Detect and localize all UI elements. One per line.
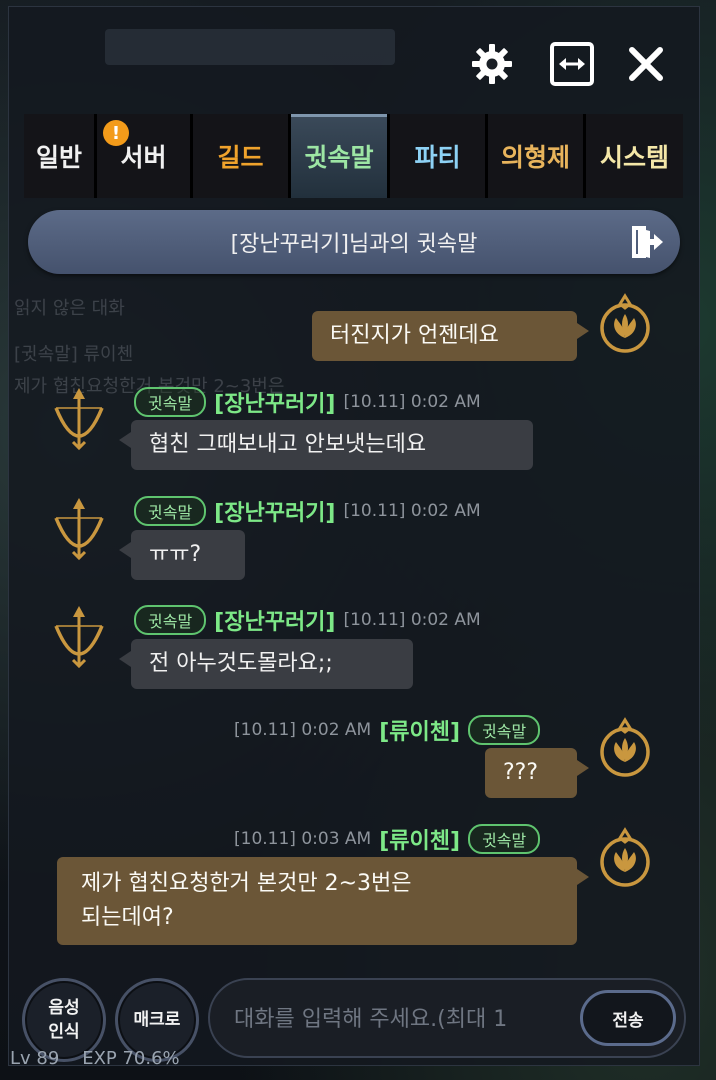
expand-horizontal-icon xyxy=(550,42,594,86)
sender-name[interactable]: [장난꾸러기] xyxy=(214,604,335,636)
alert-badge: ! xyxy=(103,120,129,146)
tab-whisper[interactable]: 귓속말 xyxy=(291,114,387,198)
sender-name[interactable]: [류이첸] xyxy=(379,823,460,855)
chat-bubble-incoming: 협친 그때보내고 안보냇는데요 xyxy=(119,420,533,470)
message-line: 제가 협친요청한거 본것만 2~3번은 xyxy=(81,871,412,896)
voice-label-line1: 음성 xyxy=(48,998,80,1018)
whisper-tag: 귓속말 xyxy=(134,387,207,417)
tab-label: 의형제 xyxy=(500,143,570,172)
message-meta: [10.11] 0:03 AM [류이첸] 귓속말 xyxy=(234,823,541,855)
send-button[interactable]: 전송 xyxy=(580,990,676,1046)
sender-name[interactable]: [장난꾸러기] xyxy=(214,386,335,418)
message-line: 되는데여? xyxy=(81,905,174,930)
message-meta: 귓속말 [장난꾸러기] [10.11] 0:02 AM xyxy=(134,604,481,636)
whisper-tag: 귓속말 xyxy=(134,496,207,526)
whisper-target-bar: [장난꾸러기]님과의 귓속말 xyxy=(28,210,680,274)
resize-button[interactable] xyxy=(548,40,596,88)
chat-bubble-outgoing: ??? xyxy=(485,748,589,798)
settings-button[interactable] xyxy=(468,40,516,88)
ghost-whisper: [귓속말] 류이첸 xyxy=(14,344,134,365)
exp-text: EXP 70.6% xyxy=(82,1048,180,1069)
chat-input-field: 전송 xyxy=(208,978,686,1058)
tab-system[interactable]: 시스템 xyxy=(586,114,683,198)
chat-bubble-incoming: 전 아누것도몰라요;; xyxy=(119,639,413,689)
tab-brotherhood[interactable]: 의형제 xyxy=(488,114,583,198)
bow-arrow-icon xyxy=(54,606,104,669)
lotus-emblem-icon xyxy=(600,717,650,777)
sender-name[interactable]: [장난꾸러기] xyxy=(214,495,335,527)
tab-server[interactable]: ! 서버 xyxy=(97,114,190,198)
tab-label: 서버 xyxy=(120,143,167,172)
leave-whisper-button[interactable] xyxy=(628,222,664,268)
close-button[interactable] xyxy=(622,40,670,88)
message-meta: 귓속말 [장난꾸러기] [10.11] 0:02 AM xyxy=(134,386,481,418)
macro-label: 매크로 xyxy=(133,1010,181,1030)
message-meta: 귓속말 [장난꾸러기] [10.11] 0:02 AM xyxy=(134,495,481,527)
header-overlay xyxy=(105,29,395,65)
tab-label: 귓속말 xyxy=(304,143,374,172)
whisper-tag: 귓속말 xyxy=(468,824,541,854)
tab-party[interactable]: 파티 xyxy=(390,114,485,198)
tab-label: 일반 xyxy=(35,143,82,172)
ghost-unread: 읽지 않은 대화 xyxy=(14,298,125,319)
timestamp: [10.11] 0:02 AM xyxy=(343,392,481,412)
timestamp: [10.11] 0:03 AM xyxy=(234,829,372,849)
tab-guild[interactable]: 길드 xyxy=(193,114,288,198)
chat-bubble-outgoing: 터진지가 언젠데요 xyxy=(312,311,589,361)
timestamp: [10.11] 0:02 AM xyxy=(234,720,372,740)
lotus-emblem-icon xyxy=(600,293,650,353)
bow-arrow-icon xyxy=(54,498,104,561)
chat-input[interactable] xyxy=(232,998,576,1040)
sender-name[interactable]: [류이첸] xyxy=(379,714,460,746)
tab-label: 파티 xyxy=(414,143,461,172)
whisper-title: [장난꾸러기]님과의 귓속말 xyxy=(230,232,478,257)
voice-button-label: 음성 인식 xyxy=(48,996,79,1044)
gear-icon xyxy=(472,44,512,84)
bow-arrow-icon xyxy=(54,388,104,451)
tab-label: 길드 xyxy=(217,143,264,172)
message-meta: [10.11] 0:02 AM [류이첸] 귓속말 xyxy=(234,714,541,746)
whisper-tag: 귓속말 xyxy=(134,605,207,635)
chat-tabs: 일반 ! 서버 길드 귓속말 파티 의형제 시스템 xyxy=(24,114,683,198)
close-icon xyxy=(629,47,663,81)
level-text: Lv 89 xyxy=(10,1048,60,1069)
exit-door-icon xyxy=(632,226,663,258)
player-status: Lv 89 EXP 70.6% xyxy=(10,1048,180,1069)
whisper-tag: 귓속말 xyxy=(468,715,541,745)
chat-bubble-incoming: ㅠㅠ? xyxy=(119,530,245,580)
timestamp: [10.11] 0:02 AM xyxy=(343,501,481,521)
tab-label: 시스템 xyxy=(599,143,669,172)
lotus-emblem-icon xyxy=(600,827,650,887)
tab-general[interactable]: 일반 xyxy=(24,114,94,198)
timestamp: [10.11] 0:02 AM xyxy=(343,610,481,630)
chat-bubble-outgoing: 제가 협친요청한거 본것만 2~3번은 되는데여? xyxy=(57,857,589,945)
voice-label-line2: 인식 xyxy=(48,1022,80,1042)
